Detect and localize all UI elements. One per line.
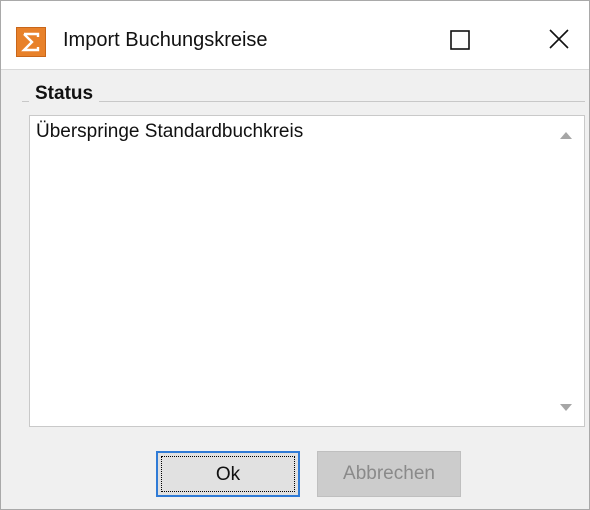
- cancel-button[interactable]: Abbrechen: [317, 451, 461, 497]
- status-group-title: Status: [29, 83, 100, 105]
- focus-rectangle: [161, 456, 295, 492]
- close-icon: [549, 29, 569, 49]
- vertical-scrollbar[interactable]: [548, 116, 584, 426]
- ok-button[interactable]: Ok: [156, 451, 300, 497]
- cancel-button-label: Abbrechen: [343, 463, 435, 484]
- maximize-button[interactable]: [431, 15, 489, 61]
- scroll-down-icon[interactable]: [559, 403, 573, 413]
- scroll-up-icon[interactable]: [559, 130, 573, 140]
- status-line: Überspringe Standardbuchkreis: [36, 121, 304, 142]
- title-bar[interactable]: Import Buchungskreise: [1, 1, 589, 70]
- close-button[interactable]: [531, 15, 589, 61]
- sigma-icon: [16, 27, 46, 57]
- maximize-icon: [450, 30, 470, 50]
- status-log[interactable]: Überspringe Standardbuchkreis: [29, 115, 585, 427]
- import-dialog: Import Buchungskreise Status Überspringe…: [0, 0, 590, 510]
- window-title: Import Buchungskreise: [63, 29, 268, 51]
